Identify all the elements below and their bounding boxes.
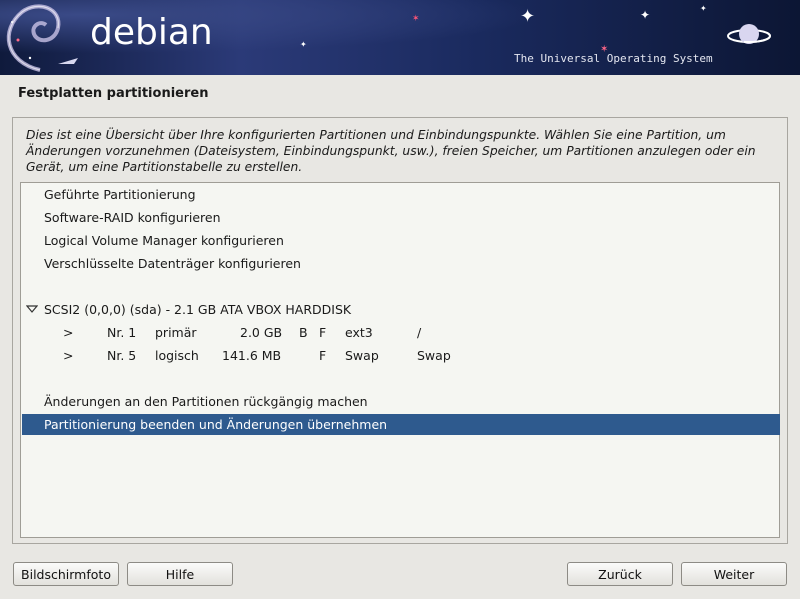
partition-format-flag: F xyxy=(319,325,327,340)
partition-panel: Dies ist eine Übersicht über Ihre konfig… xyxy=(12,117,788,544)
list-item-finish-partitioning[interactable]: Partitionierung beenden und Änderungen ü… xyxy=(22,414,780,435)
help-button[interactable]: Hilfe xyxy=(127,562,233,586)
list-item-encrypted-volumes[interactable]: Verschlüsselte Datenträger konfigurieren xyxy=(22,253,780,274)
debian-banner: debian The Universal Operating System ✦ … xyxy=(0,0,800,75)
partition-arrow: > xyxy=(63,325,74,340)
list-item-label: Partitionierung beenden und Änderungen ü… xyxy=(44,417,388,432)
back-button[interactable]: Zurück xyxy=(567,562,673,586)
partition-boot-flag: B xyxy=(299,325,308,340)
next-button[interactable]: Weiter xyxy=(681,562,787,586)
list-item-label: Logical Volume Manager konfigurieren xyxy=(44,233,284,248)
debian-logo-text: debian xyxy=(90,12,213,53)
disk-label: SCSI2 (0,0,0) (sda) - 2.1 GB ATA VBOX HA… xyxy=(44,302,352,317)
partition-filesystem: Swap xyxy=(345,348,379,363)
star-icon: ✦ xyxy=(300,40,307,49)
partition-mountpoint: Swap xyxy=(417,348,451,363)
partition-type: logisch xyxy=(155,348,199,363)
list-item-label: Änderungen an den Partitionen rückgängig… xyxy=(44,394,368,409)
list-item-guided-partitioning[interactable]: Geführte Partitionierung xyxy=(22,184,780,205)
partition-size: 141.6 MB xyxy=(222,348,282,363)
list-item-label: Verschlüsselte Datenträger konfigurieren xyxy=(44,256,301,271)
debian-swirl-logo xyxy=(6,4,78,72)
list-item-label: Software-RAID konfigurieren xyxy=(44,210,221,225)
star-icon: ✦ xyxy=(700,4,707,13)
star-icon: ✶ xyxy=(412,14,420,24)
page-title: Festplatten partitionieren xyxy=(18,86,209,101)
list-item-disk-sda[interactable]: SCSI2 (0,0,0) (sda) - 2.1 GB ATA VBOX HA… xyxy=(22,299,780,320)
partition-number: Nr. 1 xyxy=(107,325,137,340)
partition-size: 2.0 GB xyxy=(240,325,283,340)
star-icon: ✦ xyxy=(640,8,651,22)
intro-text: Dies ist eine Übersicht über Ihre konfig… xyxy=(26,128,756,174)
list-item-undo-changes[interactable]: Änderungen an den Partitionen rückgängig… xyxy=(22,391,780,412)
partition-row[interactable]: > Nr. 1 primär 2.0 GB B F ext3 / xyxy=(22,322,780,343)
star-icon: ✶ xyxy=(600,44,609,55)
partition-number: Nr. 5 xyxy=(107,348,137,363)
star-icon: ✦ xyxy=(520,6,536,27)
list-item-software-raid[interactable]: Software-RAID konfigurieren xyxy=(22,207,780,228)
list-item-lvm[interactable]: Logical Volume Manager konfigurieren xyxy=(22,230,780,251)
partition-filesystem: ext3 xyxy=(345,325,373,340)
partition-format-flag: F xyxy=(319,348,327,363)
partition-row[interactable]: > Nr. 5 logisch 141.6 MB F Swap Swap xyxy=(22,345,780,366)
partition-type: primär xyxy=(155,325,197,340)
partition-arrow: > xyxy=(63,348,74,363)
screenshot-button[interactable]: Bildschirmfoto xyxy=(13,562,119,586)
list-item-label: Geführte Partitionierung xyxy=(44,187,196,202)
banner-tagline: The Universal Operating System xyxy=(514,52,713,65)
partition-list[interactable]: Geführte Partitionierung Software-RAID k… xyxy=(20,182,780,538)
partition-mountpoint: / xyxy=(417,325,422,340)
planet-icon xyxy=(727,24,771,44)
